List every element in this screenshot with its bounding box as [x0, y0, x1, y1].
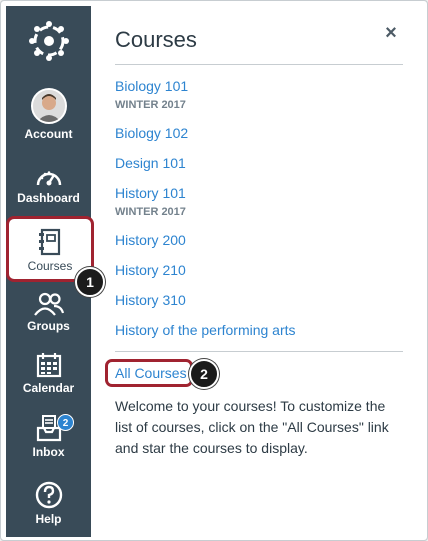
help-question-icon: [35, 481, 62, 509]
nav-help[interactable]: Help: [6, 481, 91, 526]
close-icon[interactable]: ×: [381, 23, 401, 43]
canvas-logo-icon[interactable]: [27, 19, 71, 63]
avatar: [30, 88, 67, 124]
nav-inbox-label: Inbox: [32, 445, 65, 459]
courses-book-icon: [39, 228, 61, 256]
courses-tray-window: Account Dashboard Groups Calendar 2 Inbo…: [0, 0, 428, 541]
nav-inbox[interactable]: 2 Inbox: [6, 414, 91, 459]
welcome-message: Welcome to your courses! To customize th…: [115, 398, 389, 456]
nav-calendar[interactable]: Calendar: [6, 352, 91, 395]
course-link-history-200[interactable]: History 200: [115, 232, 186, 248]
nav-groups[interactable]: Groups: [6, 292, 91, 333]
step-callout-2: 2: [189, 359, 219, 389]
user-avatar-icon: [32, 90, 65, 122]
calendar-icon: [36, 353, 61, 378]
nav-account-label: Account: [24, 127, 73, 141]
nav-dashboard-label: Dashboard: [17, 191, 80, 205]
tray-divider-bottom: [115, 351, 403, 352]
nav-help-label: Help: [35, 512, 62, 526]
course-link-biology-102[interactable]: Biology 102: [115, 125, 188, 141]
course-link-history-performing-arts[interactable]: History of the performing arts: [115, 322, 296, 338]
course-term-history-101: WINTER 2017: [115, 206, 186, 218]
course-link-history-310[interactable]: History 310: [115, 292, 186, 308]
nav-account[interactable]: Account: [6, 88, 91, 141]
course-link-biology-101[interactable]: Biology 101: [115, 78, 188, 94]
course-link-history-210[interactable]: History 210: [115, 262, 186, 278]
inbox-unread-badge: 2: [57, 414, 74, 431]
nav-groups-label: Groups: [27, 319, 70, 333]
nav-calendar-label: Calendar: [22, 381, 75, 395]
all-courses-link[interactable]: All Courses: [115, 365, 187, 381]
course-link-design-101[interactable]: Design 101: [115, 155, 186, 171]
groups-people-icon: [33, 292, 64, 316]
tray-title: Courses: [115, 27, 197, 52]
nav-dashboard[interactable]: Dashboard: [6, 166, 91, 205]
step-callout-1: 1: [75, 267, 105, 297]
dashboard-gauge-icon: [36, 171, 61, 186]
course-link-history-101[interactable]: History 101: [115, 185, 186, 201]
course-term-biology-101: WINTER 2017: [115, 99, 186, 111]
tray-divider-top: [115, 64, 403, 65]
